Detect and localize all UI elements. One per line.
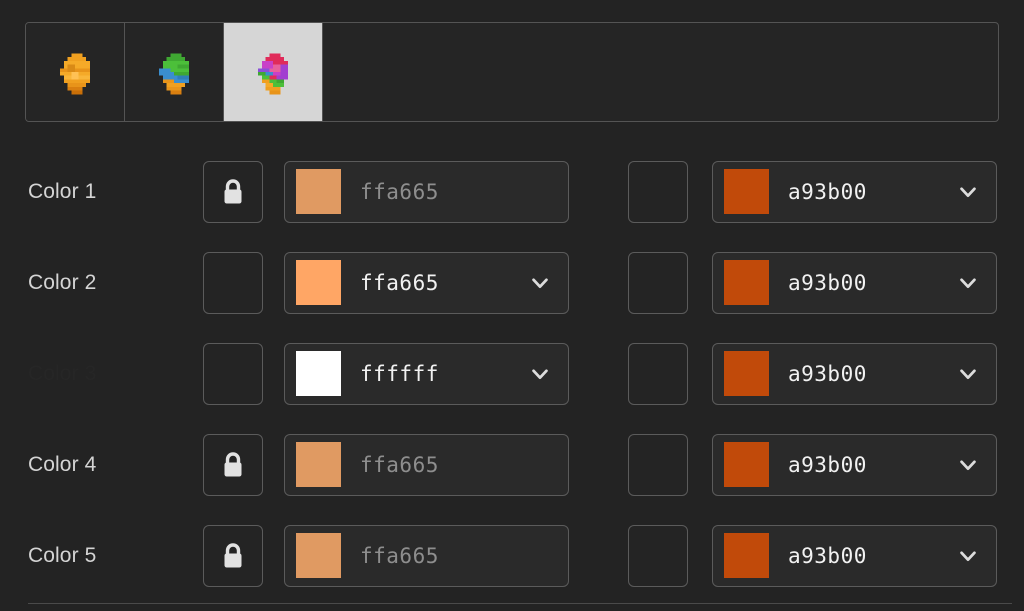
chevron-down-icon[interactable] (957, 181, 979, 203)
color-row-label: Color 4 (28, 452, 97, 476)
chevron-down-icon[interactable] (529, 272, 551, 294)
color-row-label: Color 2 (28, 270, 97, 294)
lock-toggle-left[interactable] (203, 524, 263, 587)
color-swatch[interactable] (724, 533, 769, 578)
color-hex-value: a93b00 (788, 270, 867, 295)
color-field-left: ffa665 (284, 524, 569, 587)
color-swatch[interactable] (724, 169, 769, 214)
color-swatch (296, 442, 341, 487)
color-field-right[interactable]: a93b00 (712, 433, 997, 496)
color-hex-value: ffa665 (360, 270, 439, 295)
lock-toggle-left[interactable] (203, 433, 263, 496)
color-hex-value: a93b00 (788, 179, 867, 204)
color-row-label: Color 3 (28, 361, 97, 385)
color-field-left: ffa665 (284, 160, 569, 223)
color-rows-list: Color 1 ffa665 a93b00 Color 2 ffa665 a93b00 Co… (0, 146, 1024, 601)
lock-toggle-left[interactable] (203, 251, 263, 314)
color-field-right[interactable]: a93b00 (712, 160, 997, 223)
color-swatch[interactable] (296, 260, 341, 305)
chevron-down-icon[interactable] (957, 272, 979, 294)
lock-toggle-right[interactable] (628, 251, 688, 314)
color-hex-value: a93b00 (788, 543, 867, 568)
sprite-palette-tab-strip (25, 22, 999, 122)
lock-toggle-left[interactable] (203, 342, 263, 405)
color-swatch[interactable] (296, 351, 341, 396)
bottom-divider (28, 603, 1012, 604)
color-field-left[interactable]: ffa665 (284, 251, 569, 314)
color-hex-value: ffffff (360, 361, 439, 386)
sprite-thumbnail-icon (249, 46, 297, 98)
color-hex-value: a93b00 (788, 361, 867, 386)
color-row: Color 5 ffa665 a93b00 (0, 510, 1024, 601)
color-hex-value: a93b00 (788, 452, 867, 477)
color-row: Color 4 ffa665 a93b00 (0, 419, 1024, 510)
lock-toggle-left[interactable] (203, 160, 263, 223)
lock-toggle-right[interactable] (628, 524, 688, 587)
lock-closed-icon (220, 450, 246, 480)
sprite-thumbnail-icon (51, 46, 99, 98)
color-hex-value: ffa665 (360, 452, 439, 477)
color-row: Color 1 ffa665 a93b00 (0, 146, 1024, 237)
color-row: Color 3 ffffff a93b00 (0, 328, 1024, 419)
lock-toggle-right[interactable] (628, 160, 688, 223)
color-field-left: ffa665 (284, 433, 569, 496)
color-field-right[interactable]: a93b00 (712, 342, 997, 405)
tab-sprite-orange[interactable] (26, 23, 125, 121)
color-swatch[interactable] (724, 260, 769, 305)
lock-closed-icon (220, 541, 246, 571)
color-swatch (296, 169, 341, 214)
chevron-down-icon[interactable] (957, 454, 979, 476)
color-field-left[interactable]: ffffff (284, 342, 569, 405)
chevron-down-icon[interactable] (957, 363, 979, 385)
chevron-down-icon[interactable] (529, 363, 551, 385)
tab-sprite-rainbow[interactable] (224, 23, 323, 121)
color-hex-value: ffa665 (360, 543, 439, 568)
color-row-label: Color 1 (28, 179, 97, 203)
lock-toggle-right[interactable] (628, 433, 688, 496)
lock-closed-icon (220, 177, 246, 207)
color-swatch[interactable] (724, 442, 769, 487)
chevron-down-icon[interactable] (957, 545, 979, 567)
color-hex-value: ffa665 (360, 179, 439, 204)
tab-sprite-green[interactable] (125, 23, 224, 121)
color-swatch[interactable] (724, 351, 769, 396)
color-field-right[interactable]: a93b00 (712, 251, 997, 314)
color-field-right[interactable]: a93b00 (712, 524, 997, 587)
color-row-label: Color 5 (28, 543, 97, 567)
color-row: Color 2 ffa665 a93b00 (0, 237, 1024, 328)
sprite-thumbnail-icon (150, 46, 198, 98)
color-swatch (296, 533, 341, 578)
lock-toggle-right[interactable] (628, 342, 688, 405)
